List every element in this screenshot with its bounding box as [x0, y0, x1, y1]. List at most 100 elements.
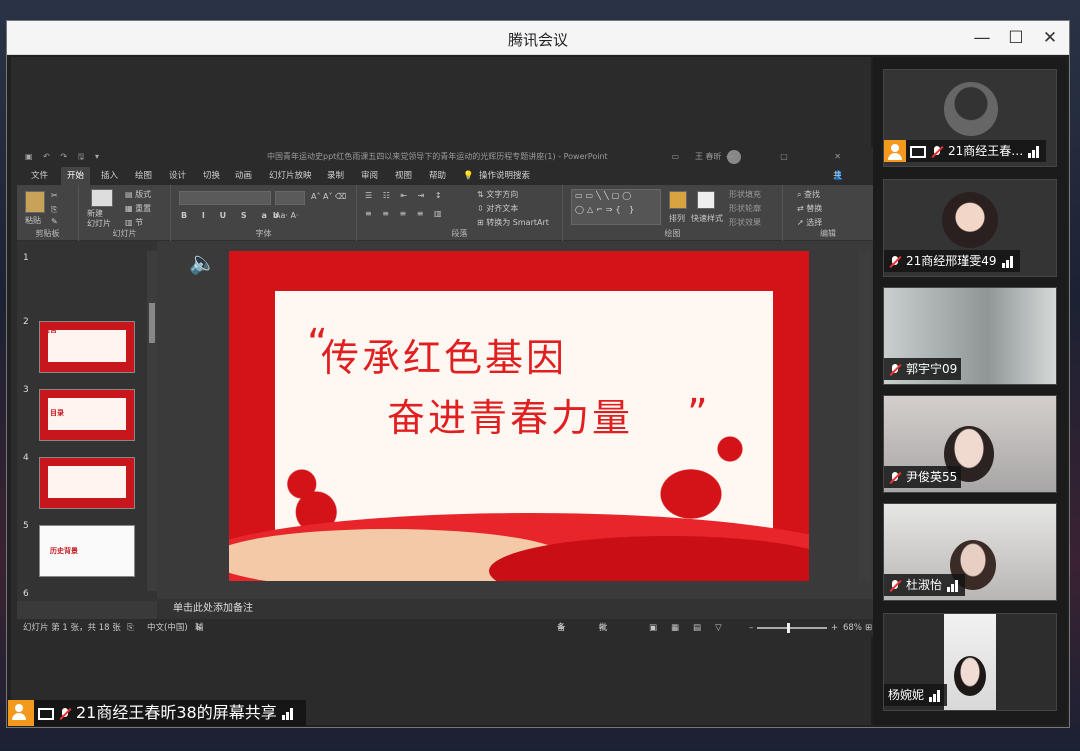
notes-pane[interactable]: 单击此处添加备注 [157, 599, 873, 619]
participant-nametag: 郭宇宁09 [884, 358, 962, 380]
ppt-title-bar: ▣ ↶ ↷ 🖫 ▾ 中国青年运动史ppt红色雨课五四以来党领导下的青年运动的光辉… [17, 147, 873, 167]
tab-help[interactable]: 帮助 [429, 167, 446, 185]
participant-tile[interactable]: 杨婉妮 [883, 613, 1057, 711]
slide-title-line1: 传承红色基因 [321, 336, 568, 380]
scrollbar-thumb[interactable] [149, 303, 155, 343]
group-label: 段落 [451, 229, 468, 238]
ppt-window-controls[interactable]: ▭ — ▢ ✕ [672, 147, 863, 167]
slide-thumbnail[interactable]: 目录 [39, 389, 135, 441]
thumbnail-title: 目录 [50, 409, 64, 417]
smartart-button[interactable]: ⊞ 转换为 SmartArt [477, 217, 549, 228]
tab-slideshow[interactable]: 幻灯片放映 [269, 167, 312, 185]
list-icons[interactable]: ☰ ☷ ⇤ ⇥ ↕ [365, 191, 446, 200]
speaker-icon[interactable]: 🔈 [189, 251, 216, 276]
tab-review[interactable]: 审阅 [361, 167, 378, 185]
zoom-level[interactable]: 68% [843, 619, 862, 637]
tab-view[interactable]: 视图 [395, 167, 412, 185]
smartart-icon: ⊞ [477, 218, 487, 227]
thumbnail-content [48, 330, 126, 362]
tab-record[interactable]: 录制 [327, 167, 344, 185]
new-slide-icon [91, 189, 113, 207]
clipboard-icon [25, 191, 45, 213]
participant-tile[interactable]: 21商经邢瑾雯49 [883, 179, 1057, 277]
participant-tile[interactable]: 杜淑怡 [883, 503, 1057, 601]
select-button[interactable]: ➚ 选择 [797, 217, 822, 228]
tab-file[interactable]: 文件 [31, 167, 48, 185]
fit-slide-icon[interactable]: ⊞ [865, 619, 872, 637]
participant-tile[interactable]: 郭宇宁09 [883, 287, 1057, 385]
slide-count: 幻灯片 第 1 张，共 18 张 [23, 623, 121, 633]
language-indicator[interactable]: 中文(中国) [147, 619, 188, 637]
layout-button[interactable]: ▤ 版式 [125, 189, 151, 200]
quick-access-toolbar[interactable]: ▣ ↶ ↷ 🖫 ▾ [25, 147, 103, 167]
thumbnail-content [48, 466, 126, 498]
group-editing: ⌕ 查找 ⇄ 替换 ➚ 选择 编辑 [783, 185, 873, 241]
tell-me-search[interactable]: 操作说明搜索 [479, 167, 530, 185]
zoom-slider-knob[interactable] [787, 623, 790, 633]
tab-transitions[interactable]: 切换 [203, 167, 220, 185]
screen-share-text: 21商经王春昕38的屏幕共享 [76, 703, 277, 722]
shape-fill-button[interactable]: 形状填充 [729, 189, 761, 200]
text-direction-button[interactable]: ⇅ 文字方向 [477, 189, 518, 200]
maximize-button[interactable]: ☐ [1003, 26, 1029, 50]
spellcheck-icon[interactable]: ⎘ [127, 619, 134, 637]
participant-tile[interactable]: 21商经王春… [883, 69, 1057, 167]
minimize-button[interactable]: — [969, 26, 995, 50]
paste-button[interactable]: 粘贴 [25, 215, 41, 226]
zoom-slider[interactable] [757, 627, 827, 629]
shape-effects-button[interactable]: 形状效果 [729, 217, 761, 228]
thumbnail-number: 2 [23, 317, 29, 327]
font-format-buttons[interactable]: B I U S ab [181, 211, 285, 220]
thumbnail-scrollbar[interactable] [147, 251, 157, 591]
tencent-meeting-window: 腾讯会议 — ☐ ✕ ▣ ↶ ↷ 🖫 ▾ 中国青年运动史ppt红色雨课五四以来党… [6, 20, 1070, 728]
signal-strength-icon [1028, 145, 1042, 158]
tab-draw[interactable]: 绘图 [135, 167, 152, 185]
cut-icon[interactable]: ✂ [51, 191, 58, 200]
font-case-icon[interactable]: Aa· A· [275, 211, 298, 220]
tab-insert[interactable]: 插入 [101, 167, 118, 185]
thumbnail-number: 4 [23, 453, 29, 463]
group-label: 字体 [255, 229, 272, 238]
quick-styles-button[interactable]: 快速样式 [691, 213, 723, 224]
zoom-in-icon[interactable]: + [831, 619, 838, 637]
participant-nametag: 21商经邢瑾雯49 [884, 250, 1020, 272]
section-button[interactable]: ▥ 节 [125, 217, 143, 228]
close-button[interactable]: ✕ [1037, 26, 1063, 50]
ppt-doc-title: 中国青年运动史ppt红色雨课五四以来党领导下的青年运动的光辉历程专题讲座(1) … [267, 152, 608, 161]
slide-thumbnail[interactable]: 历史背景 [39, 525, 135, 577]
new-slide-button[interactable]: 新建 幻灯片 [87, 209, 111, 229]
align-icons[interactable]: ≡ ≡ ≡ ≡ ▥ [365, 209, 446, 218]
slide-thumbnail-pane[interactable]: 1 2 前言 3 目录 4 5 历史背景 6 [17, 241, 157, 601]
find-button[interactable]: ⌕ 查找 [797, 189, 820, 200]
zoom-out-icon[interactable]: – [749, 619, 753, 637]
arrange-button[interactable]: 排列 [669, 213, 685, 224]
slide-scrollbar[interactable] [859, 251, 871, 581]
slide-thumbnail[interactable]: 前言 [39, 321, 135, 373]
signal-strength-icon [929, 689, 943, 702]
shape-icons-row2: ◯△⌐⇒{ } [575, 205, 638, 214]
tab-home[interactable]: 开始 [61, 167, 91, 185]
reset-button[interactable]: ▦ 重置 [125, 203, 151, 214]
tab-animations[interactable]: 动画 [235, 167, 252, 185]
group-drawing: ▭▭╲╲▢◯ ◯△⌐⇒{ } 排列 快速样式 形状填充 形状轮廓 形状效果 绘图 [563, 185, 783, 241]
font-grow-icon[interactable]: A˄ A˅ ⌫ [311, 192, 346, 201]
copy-icon[interactable]: ⎘ [51, 205, 57, 215]
slide-thumbnail[interactable] [39, 457, 135, 509]
participant-video-list: 21商经王春… 21商经邢瑾雯49 郭宇宁09 尹俊英55 杜淑怡 杨婉妮 [873, 57, 1067, 725]
align-text-icon: ⇳ [477, 204, 487, 213]
view-buttons[interactable]: ▣▦▤▽ [649, 619, 736, 637]
tab-design[interactable]: 设计 [169, 167, 186, 185]
group-slides: 新建 幻灯片 ▤ 版式 ▦ 重置 ▥ 节 幻灯片 [79, 185, 171, 241]
font-name-box[interactable] [179, 191, 271, 205]
shape-outline-button[interactable]: 形状轮廓 [729, 203, 761, 214]
text-direction-icon: ⇅ [477, 190, 487, 199]
format-painter-icon[interactable]: ✎ [51, 217, 58, 226]
font-size-box[interactable] [275, 191, 305, 205]
ribbon-tabs: 文件 开始 插入 绘图 设计 切换 动画 幻灯片放映 录制 审阅 视图 帮助 💡… [17, 167, 873, 199]
current-slide[interactable]: “ 传承红色基因 奋进青春力量 ” [229, 251, 809, 581]
mic-muted-icon [58, 707, 72, 721]
participant-tile[interactable]: 尹俊英55 [883, 395, 1057, 493]
replace-button[interactable]: ⇄ 替换 [797, 203, 822, 214]
flag-bearer-silhouette-graphic [639, 431, 769, 521]
align-text-button[interactable]: ⇳ 对齐文本 [477, 203, 518, 214]
